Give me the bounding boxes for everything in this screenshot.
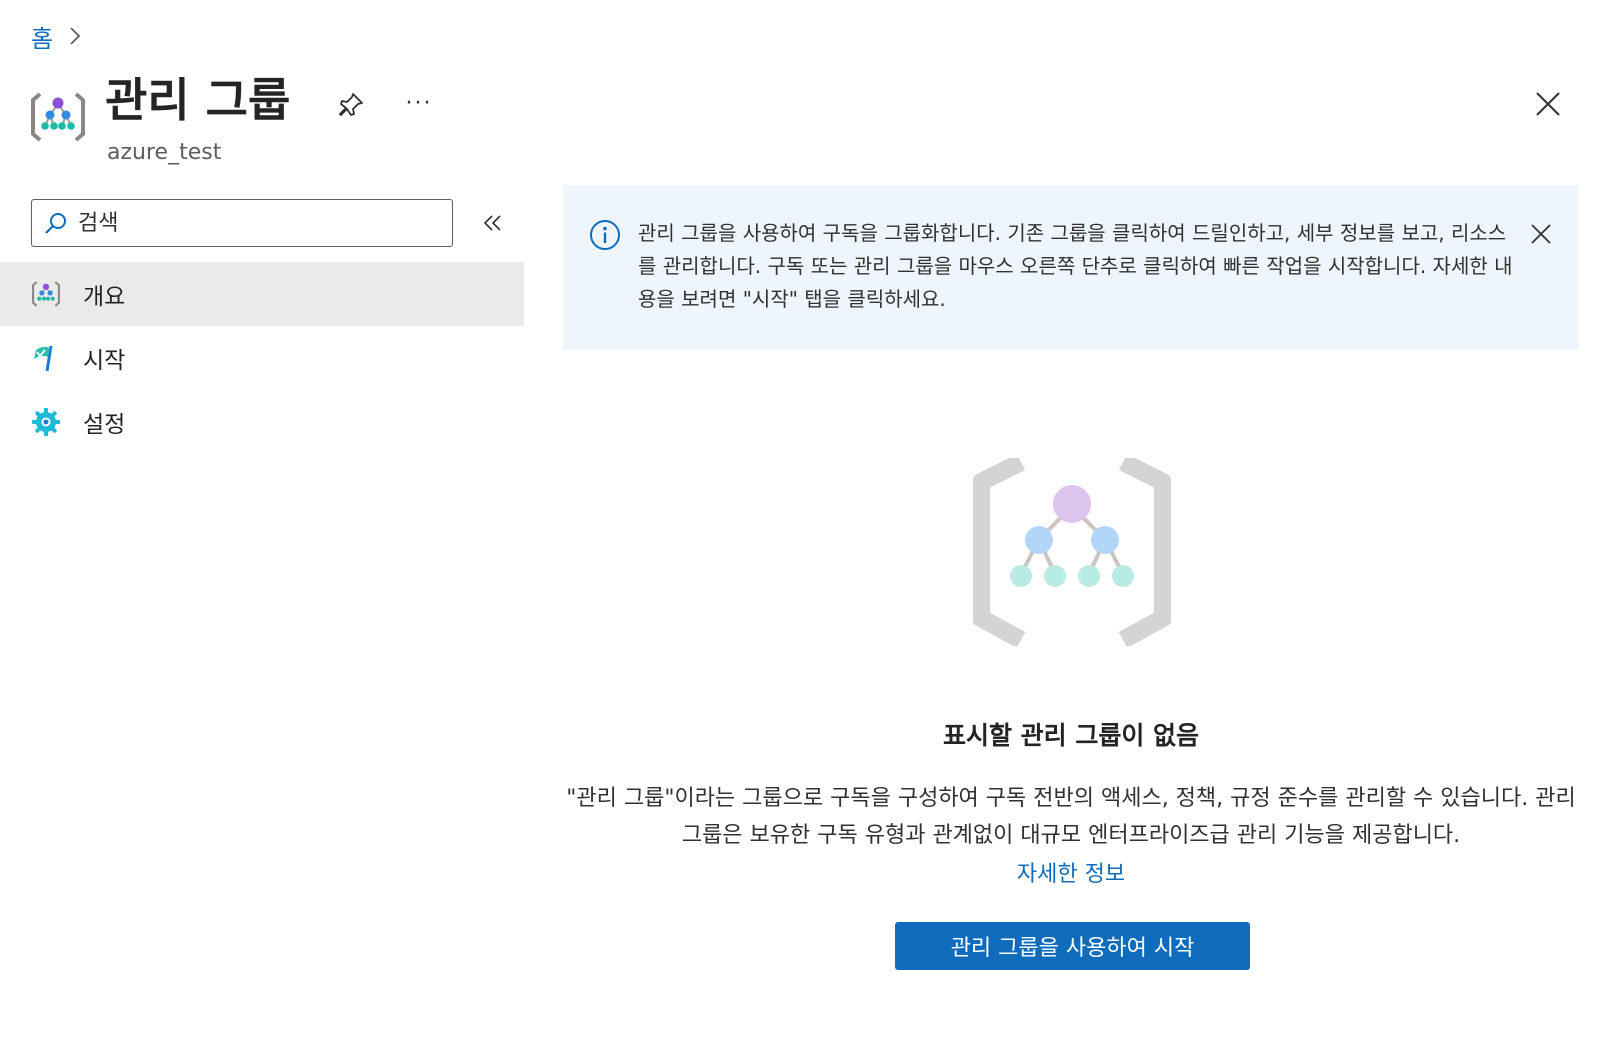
search-input[interactable] [78, 210, 418, 236]
sidebar-item-label: 설정 [83, 412, 126, 438]
search-icon [45, 213, 66, 234]
empty-state-description: "관리 그룹"이라는 그룹으로 구독을 구성하여 구독 전반의 액세스, 정책,… [566, 786, 1576, 848]
banner-text: 관리 그룹을 사용하여 구독을 그룹화합니다. 기존 그룹을 클릭하여 드릴인하… [638, 221, 1513, 311]
dismiss-banner-button[interactable] [1526, 219, 1556, 249]
page-subtitle: azure_test [107, 140, 222, 165]
breadcrumb: 홈 [31, 18, 83, 54]
sidebar-item-label: 개요 [83, 284, 126, 310]
search-box[interactable] [31, 199, 453, 247]
management-group-icon [31, 92, 85, 142]
sidebar-item-label: 시작 [83, 348, 126, 374]
pin-button[interactable] [334, 88, 368, 122]
more-options-button[interactable]: ··· [400, 86, 438, 120]
info-icon [590, 220, 620, 250]
sidebar-item-settings[interactable]: 설정 [0, 390, 524, 454]
settings-gear-icon [31, 407, 61, 437]
empty-state-title: 표시할 관리 그룹이 없음 [942, 721, 1200, 750]
chevron-right-icon [70, 27, 81, 45]
learn-more-link[interactable]: 자세한 정보 [1017, 862, 1125, 887]
close-icon [1536, 92, 1560, 116]
collapse-sidebar-button[interactable] [478, 208, 508, 238]
page-title: 관리 그룹 [105, 73, 291, 127]
management-group-icon [31, 279, 61, 309]
info-banner: 관리 그룹을 사용하여 구독을 그룹화합니다. 기존 그룹을 클릭하여 드릴인하… [563, 185, 1579, 350]
management-group-illustration [973, 458, 1171, 646]
sidebar-item-quickstart[interactable]: 시작 [0, 326, 524, 390]
double-chevron-left-icon [483, 215, 501, 231]
quickstart-flag-icon [31, 343, 61, 373]
pin-icon [339, 93, 363, 116]
close-blade-button[interactable] [1530, 86, 1566, 122]
close-icon [1531, 224, 1551, 244]
breadcrumb-home-link[interactable]: 홈 [31, 19, 53, 54]
get-started-button[interactable]: 관리 그룹을 사용하여 시작 [895, 922, 1250, 970]
learn-more-row: 자세한 정보 [563, 856, 1579, 893]
sidebar-item-overview[interactable]: 개요 [0, 262, 524, 326]
